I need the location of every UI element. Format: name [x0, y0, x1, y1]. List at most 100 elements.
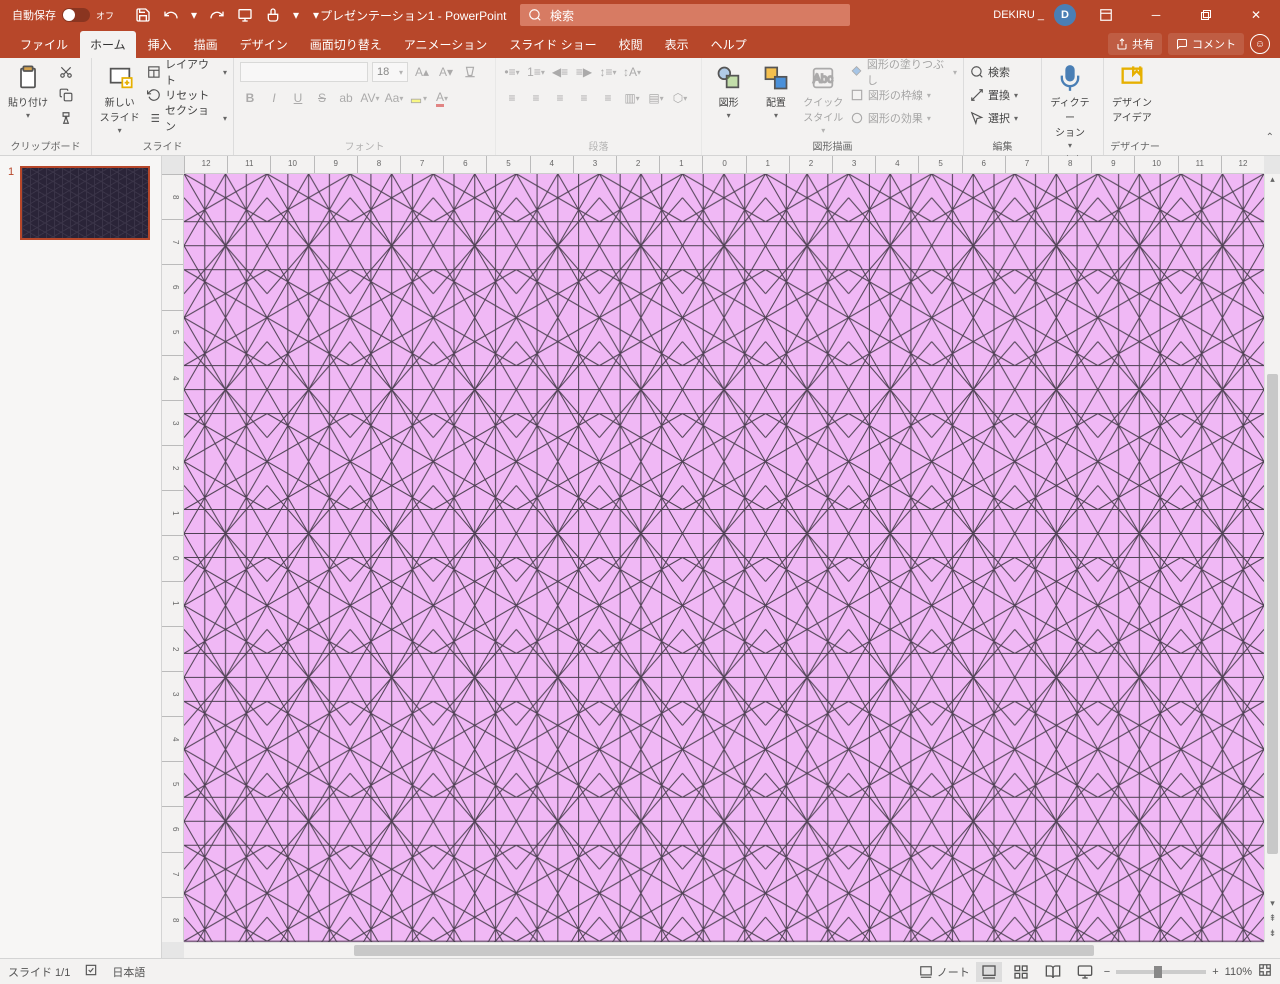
slide-thumbnail-1[interactable]: 1	[8, 166, 153, 240]
shrink-font-button[interactable]: A▾	[436, 62, 456, 82]
layout-button[interactable]: レイアウト▾	[147, 62, 227, 82]
vertical-scrollbar[interactable]: ▴ ▾ ⇞ ⇟	[1264, 174, 1280, 942]
numbering-button[interactable]: 1≡▾	[526, 62, 546, 82]
shape-outline-button[interactable]: 図形の枠線▾	[850, 85, 957, 105]
font-name-combo[interactable]	[240, 62, 368, 82]
undo-dropdown-icon[interactable]: ▾	[190, 6, 198, 24]
share-button[interactable]: 共有	[1108, 33, 1162, 55]
start-from-beginning-icon[interactable]	[236, 6, 254, 24]
scroll-up-arrow-icon[interactable]: ▴	[1265, 174, 1280, 188]
ribbon-display-options-icon[interactable]	[1086, 0, 1126, 30]
arrange-button[interactable]: 配置 ▾	[755, 62, 796, 120]
font-color-button[interactable]: A▾	[432, 88, 452, 108]
touch-dropdown-icon[interactable]: ▾	[292, 6, 300, 24]
next-slide-icon[interactable]: ⇟	[1265, 928, 1280, 942]
slideshow-view-button[interactable]	[1072, 962, 1098, 982]
scroll-thumb[interactable]	[354, 945, 1094, 956]
find-button[interactable]: 検索	[970, 62, 1018, 82]
zoom-slider[interactable]	[1116, 970, 1206, 974]
prev-slide-icon[interactable]: ⇞	[1265, 913, 1280, 927]
align-right-button[interactable]: ≡	[550, 88, 570, 108]
paste-button[interactable]: 貼り付け ▾	[6, 62, 50, 120]
redo-icon[interactable]	[208, 6, 226, 24]
slide-sorter-view-button[interactable]	[1008, 962, 1034, 982]
horizontal-ruler[interactable]: 1211109876543210123456789101112	[184, 156, 1264, 174]
tab-view[interactable]: 表示	[655, 31, 699, 58]
tab-slideshow[interactable]: スライド ショー	[499, 31, 606, 58]
reading-view-button[interactable]	[1040, 962, 1066, 982]
slide-counter[interactable]: スライド 1/1	[8, 964, 70, 980]
bullets-button[interactable]: •≡▾	[502, 62, 522, 82]
clear-formatting-button[interactable]	[460, 62, 480, 82]
text-direction-button[interactable]: ↕A▾	[622, 62, 642, 82]
scroll-down-arrow-icon[interactable]: ▾	[1265, 898, 1280, 912]
quick-styles-button[interactable]: Abc クイック スタイル ▾	[803, 62, 844, 135]
restore-button[interactable]	[1186, 0, 1226, 30]
justify-button[interactable]: ≡	[574, 88, 594, 108]
vertical-ruler[interactable]: 87654321012345678	[162, 174, 184, 942]
slide-canvas[interactable]	[184, 174, 1264, 942]
grow-font-button[interactable]: A▴	[412, 62, 432, 82]
change-case-button[interactable]: Aa▾	[384, 88, 404, 108]
highlight-button[interactable]: ▾	[408, 88, 428, 108]
shapes-button[interactable]: 図形 ▾	[708, 62, 749, 120]
fit-to-window-button[interactable]	[1258, 963, 1272, 980]
distribute-button[interactable]: ≡	[598, 88, 618, 108]
format-painter-button[interactable]	[56, 108, 76, 128]
tab-home[interactable]: ホーム	[80, 31, 136, 58]
tab-file[interactable]: ファイル	[10, 31, 78, 58]
align-text-button[interactable]: ▤▾	[646, 88, 666, 108]
replace-button[interactable]: 置換▾	[970, 85, 1018, 105]
design-ideas-button[interactable]: デザイン アイデア	[1110, 62, 1154, 124]
smart-art-button[interactable]: ⬡▾	[670, 88, 690, 108]
line-spacing-button[interactable]: ↕≡▾	[598, 62, 618, 82]
tab-transitions[interactable]: 画面切り替え	[300, 31, 392, 58]
new-slide-button[interactable]: 新しい スライド ▾	[98, 62, 141, 135]
align-center-button[interactable]: ≡	[526, 88, 546, 108]
spell-check-icon[interactable]	[84, 963, 98, 980]
bold-button[interactable]: B	[240, 88, 260, 108]
language-indicator[interactable]: 日本語	[112, 964, 145, 980]
tab-help[interactable]: ヘルプ	[701, 31, 757, 58]
tab-review[interactable]: 校閲	[609, 31, 653, 58]
tab-insert[interactable]: 挿入	[138, 31, 182, 58]
increase-indent-button[interactable]: ≡▶	[574, 62, 594, 82]
columns-button[interactable]: ▥▾	[622, 88, 642, 108]
cut-button[interactable]	[56, 62, 76, 82]
user-avatar[interactable]: D	[1054, 4, 1076, 26]
zoom-slider-thumb[interactable]	[1154, 966, 1162, 978]
close-button[interactable]: ✕	[1236, 0, 1276, 30]
underline-button[interactable]: U	[288, 88, 308, 108]
strikethrough-button[interactable]: S	[312, 88, 332, 108]
user-name[interactable]: DEKIRU _	[993, 9, 1044, 21]
feedback-smiley-icon[interactable]: ☺	[1250, 34, 1270, 54]
comment-button[interactable]: コメント	[1168, 33, 1244, 55]
italic-button[interactable]: I	[264, 88, 284, 108]
char-spacing-button[interactable]: AV▾	[360, 88, 380, 108]
collapse-ribbon-button[interactable]: ⌃	[1266, 132, 1274, 143]
scroll-thumb[interactable]	[1267, 374, 1278, 854]
dictation-button[interactable]: ディクテー ション ▾	[1048, 62, 1092, 150]
zoom-in-button[interactable]: +	[1212, 966, 1218, 978]
zoom-out-button[interactable]: −	[1104, 966, 1110, 978]
save-icon[interactable]	[134, 6, 152, 24]
touch-mode-icon[interactable]	[264, 6, 282, 24]
shape-effects-button[interactable]: 図形の効果▾	[850, 108, 957, 128]
autosave-toggle[interactable]: 自動保存 オフ	[12, 7, 114, 23]
toggle-switch-icon[interactable]	[62, 8, 90, 22]
horizontal-scrollbar[interactable]	[184, 942, 1264, 958]
undo-icon[interactable]	[162, 6, 180, 24]
tab-animations[interactable]: アニメーション	[394, 31, 498, 58]
shape-fill-button[interactable]: 図形の塗りつぶし▾	[850, 62, 957, 82]
tab-draw[interactable]: 描画	[184, 31, 228, 58]
font-size-combo[interactable]: 18▾	[372, 62, 408, 82]
section-button[interactable]: セクション▾	[147, 108, 227, 128]
select-button[interactable]: 選択▾	[970, 108, 1018, 128]
tab-design[interactable]: デザイン	[230, 31, 298, 58]
align-left-button[interactable]: ≡	[502, 88, 522, 108]
zoom-level[interactable]: 110%	[1225, 966, 1252, 978]
search-box[interactable]: 検索	[520, 4, 850, 26]
copy-button[interactable]	[56, 85, 76, 105]
shadow-button[interactable]: ab	[336, 88, 356, 108]
normal-view-button[interactable]	[976, 962, 1002, 982]
